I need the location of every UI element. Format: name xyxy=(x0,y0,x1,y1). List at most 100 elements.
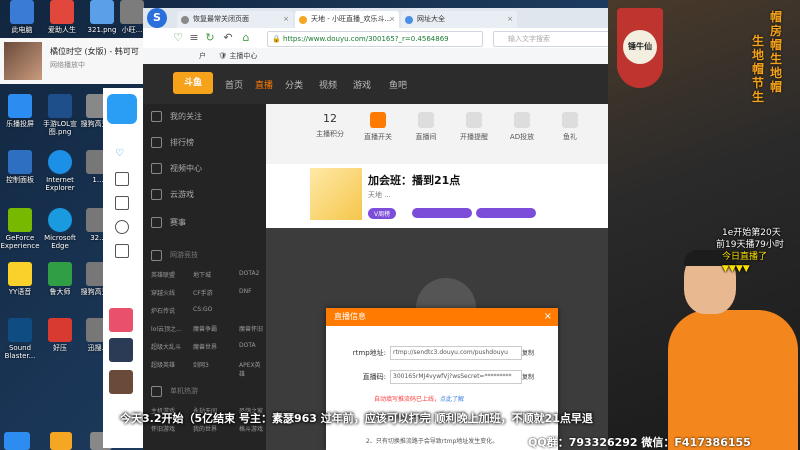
tab-restore[interactable]: 恢复最常关闭页面 × xyxy=(177,11,293,28)
category-item[interactable]: 魔兽争霸 xyxy=(193,324,217,333)
nav-live[interactable]: 直播 xyxy=(255,78,273,91)
refresh-icon[interactable]: ↻ xyxy=(203,31,217,45)
nav-home[interactable]: 首页 xyxy=(225,78,243,91)
close-icon[interactable]: × xyxy=(507,11,513,28)
search-input[interactable]: 输入文字搜索 xyxy=(493,31,614,47)
heart-icon[interactable]: ♡ xyxy=(171,31,185,45)
alarm-icon xyxy=(466,112,482,128)
desktop-icon-geforce[interactable]: GeForce Experience xyxy=(0,208,40,250)
room-badge[interactable] xyxy=(476,208,536,218)
sidebar-item-rank[interactable]: 排行榜 xyxy=(151,136,194,150)
douyu-logo[interactable]: 斗鱼 xyxy=(173,72,213,94)
history-icon[interactable] xyxy=(115,220,129,234)
category-item[interactable]: CF手游 xyxy=(193,288,213,297)
category-item[interactable]: lol云顶之... xyxy=(151,324,182,333)
room-icon xyxy=(418,112,434,128)
learn-more-link[interactable]: 点此了解 xyxy=(440,396,464,403)
copy-rtmp-button[interactable]: 复制 xyxy=(522,348,534,357)
rtmp-field[interactable]: rtmp://sendtc3.douyu.com/pushdouyu xyxy=(390,346,522,360)
close-icon[interactable]: × xyxy=(283,11,289,28)
app-icon xyxy=(120,0,144,24)
menu-icon[interactable]: ≡ xyxy=(187,31,201,45)
folder-icon[interactable] xyxy=(115,196,129,210)
room-avatar[interactable] xyxy=(310,168,362,220)
toolbar-remind[interactable]: 开播提醒 xyxy=(454,112,494,142)
calligraphy-col-2: 生 地 帽 节 生 xyxy=(752,34,765,104)
category-item[interactable]: 超级大乱斗 xyxy=(151,342,181,351)
code-label: 直播码: xyxy=(362,373,386,381)
category-item[interactable]: CS:GO xyxy=(193,306,212,313)
room-badge[interactable] xyxy=(412,208,472,218)
music-icon[interactable] xyxy=(115,172,129,186)
copy-code-button[interactable]: 复制 xyxy=(522,372,534,381)
desktop-icon-edge[interactable]: Microsoft Edge xyxy=(40,208,80,250)
close-icon[interactable]: × xyxy=(544,308,552,326)
category-item[interactable]: DOTA xyxy=(239,342,256,349)
nav-video[interactable]: 视频 xyxy=(319,78,337,91)
category-item[interactable]: APEX英雄 xyxy=(239,360,266,378)
toolbar-ad[interactable]: AD投放 xyxy=(502,112,542,142)
music-status: 网络播放中 xyxy=(50,61,85,69)
stream-hours-text: 前19天播79小时 xyxy=(716,240,784,250)
toolbar-live-switch[interactable]: 直播开关 xyxy=(358,112,398,142)
category-item[interactable]: DOTA2 xyxy=(239,270,259,277)
sidebar-item-event[interactable]: 赛事 xyxy=(151,216,186,230)
stream-code-field[interactable]: 300165rMJ4vywfVj?wsSecret=********* xyxy=(390,370,522,384)
desktop-icon-aizhu[interactable]: 爱助人生 xyxy=(42,0,82,34)
nav-game[interactable]: 游戏 xyxy=(353,78,371,91)
category-item[interactable]: 英雄联盟 xyxy=(151,270,175,279)
category-item[interactable]: 超级英雄 xyxy=(151,360,175,369)
room-tag[interactable]: V周榜 xyxy=(368,208,397,219)
desktop-icon-yy[interactable]: YY语音 xyxy=(0,262,40,296)
image-file-icon xyxy=(90,0,114,24)
bookmark-item[interactable]: 🛡 主播中心 xyxy=(218,52,257,60)
nvidia-icon xyxy=(8,208,32,232)
sogou-s-icon: S xyxy=(147,8,167,28)
desktop-icon-ie[interactable]: Internet Explorer xyxy=(40,150,80,192)
playlist-cover[interactable] xyxy=(109,370,133,394)
browser-logo[interactable]: S xyxy=(147,8,173,28)
stream-days-text: 1e开始第20天 xyxy=(722,228,781,238)
heart-icon[interactable]: ♡ xyxy=(115,148,127,160)
desktop-icon-lolimg[interactable]: 手游LOL宣图.png xyxy=(40,94,80,136)
category-item[interactable]: 地下城 xyxy=(193,270,211,279)
nav-fishbar[interactable]: 鱼吧 xyxy=(389,78,407,91)
tab-douyu[interactable]: 天地 - 小旺直播_欢乐斗... × xyxy=(295,11,399,28)
toolbar-points[interactable]: 12 主播积分 xyxy=(310,112,350,139)
calligraphy-col-1: 帽 房 帽 生 地 帽 xyxy=(770,10,783,94)
music-widget[interactable]: 橘位时空 (女版) - 韩可可 网络播放中 xyxy=(0,38,143,84)
undo-icon[interactable]: ↶ xyxy=(221,31,235,45)
category-item[interactable]: 穿越火线 xyxy=(151,288,175,297)
desktop-icon-ludashi[interactable]: 鲁大师 xyxy=(40,262,80,296)
sidebar-item-video[interactable]: 视频中心 xyxy=(151,162,202,176)
taskbar-app-icon[interactable] xyxy=(4,432,30,450)
url-field[interactable]: 🔒 https://www.douyu.com/300165?_r=0.4564… xyxy=(267,31,483,47)
download-icon[interactable] xyxy=(115,244,129,258)
category-item[interactable]: 魔兽世界 xyxy=(193,342,217,351)
desktop-icon-control-panel[interactable]: 控制面板 xyxy=(0,150,40,184)
home-icon[interactable]: ⌂ xyxy=(239,31,253,45)
sidebar-item-cloudgame[interactable]: 云游戏 xyxy=(151,188,194,202)
desktop-icon-lebo[interactable]: 乐播投屏 xyxy=(0,94,40,128)
tab-hao[interactable]: 网址大全 × xyxy=(401,11,517,28)
toolbar-room[interactable]: 直播间 xyxy=(406,112,446,142)
gamepad-icon xyxy=(151,249,162,261)
album-art xyxy=(4,42,42,80)
sidebar-item-follow[interactable]: 我的关注 xyxy=(151,110,202,124)
category-item[interactable]: DNF xyxy=(239,288,252,295)
desktop-icon-soundblaster[interactable]: Sound Blaster... xyxy=(0,318,40,360)
desktop-icon-haozip[interactable]: 好压 xyxy=(40,318,80,352)
category-item[interactable]: 炉石传说 xyxy=(151,306,175,315)
category-item[interactable]: 魔兽怀旧 xyxy=(239,324,263,333)
heart-playlist-icon[interactable] xyxy=(109,308,133,332)
room-anchor: 天地 ... xyxy=(368,191,391,199)
category-item[interactable]: 剑网3 xyxy=(193,360,209,369)
taskbar-app-icon[interactable] xyxy=(50,432,72,450)
close-icon[interactable]: × xyxy=(389,11,395,28)
nav-category[interactable]: 分类 xyxy=(285,78,303,91)
playlist-cover[interactable] xyxy=(109,338,133,362)
archive-icon xyxy=(48,318,72,342)
toolbar-gift[interactable]: 鱼礼 xyxy=(550,112,590,142)
desktop-icon-pc[interactable]: 此电脑 xyxy=(2,0,42,34)
douyu-header: 斗鱼 首页 直播 分类 视频 游戏 鱼吧 xyxy=(143,64,608,104)
